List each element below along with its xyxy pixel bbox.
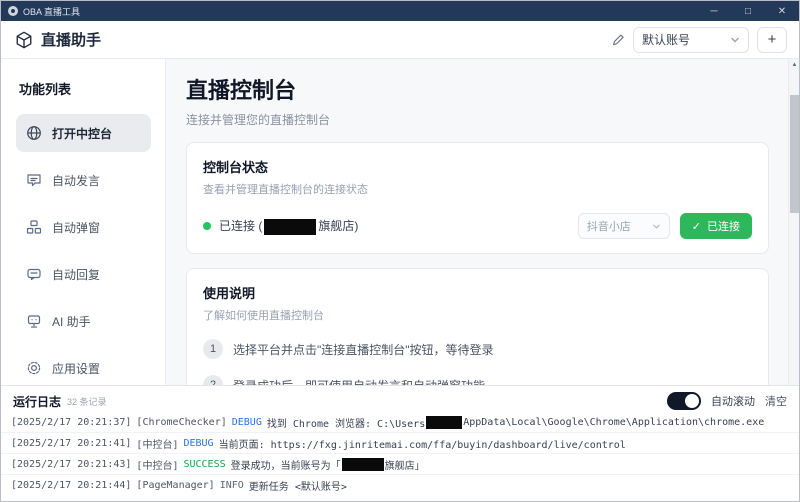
- main-content: 直播控制台 连接并管理您的直播控制台 控制台状态 查看并管理直播控制台的连接状态…: [166, 59, 799, 385]
- log-message: 更新任务 <默认账号>: [248, 482, 347, 493]
- maximize-button[interactable]: □: [731, 1, 765, 21]
- edit-pencil-icon[interactable]: [611, 33, 625, 47]
- message-reply-icon: [26, 266, 42, 282]
- scrollbar-thumb[interactable]: [790, 95, 799, 213]
- sidebar: 功能列表 打开中控台 自动发言 自动弹窗 自动回复 AI 助手 应用设置: [1, 59, 166, 385]
- log-level-badge: DEBUG: [183, 437, 214, 449]
- products-grid-icon: [26, 219, 42, 235]
- sidebar-item-open-console[interactable]: 打开中控台: [16, 114, 151, 152]
- app-header: 直播助手 默认账号 +: [1, 21, 799, 59]
- log-controls: 自动滚动 清空: [667, 392, 787, 410]
- titlebar: OBA 直播工具 ─ □ ✕: [1, 1, 799, 21]
- gear-icon: [26, 360, 42, 376]
- auto-scroll-toggle[interactable]: [667, 392, 701, 410]
- redacted-account-name: [341, 457, 384, 471]
- page-subtitle: 连接并管理您的直播控制台: [186, 113, 331, 127]
- log-level-badge: INFO: [219, 480, 244, 491]
- connected-button[interactable]: ✓ 已连接: [679, 213, 752, 239]
- window-controls: ─ □ ✕: [697, 1, 799, 21]
- app-title: 直播助手: [41, 32, 102, 49]
- connection-status: 已连接 (旗舰店): [203, 217, 578, 235]
- log-entry: [2025/2/17 20:21:37] [ChromeChecker] DEB…: [1, 412, 799, 433]
- redacted-username: [426, 415, 463, 429]
- add-account-button[interactable]: +: [757, 26, 787, 53]
- status-row: 已连接 (旗舰店) 抖音小店 ✓ 已连接: [203, 213, 752, 239]
- sidebar-item-label: 自动弹窗: [52, 220, 101, 235]
- sidebar-item-auto-speak[interactable]: 自动发言: [16, 161, 151, 199]
- log-level-badge: DEBUG: [231, 416, 262, 428]
- scroll-up-arrow-icon[interactable]: ▲: [789, 59, 799, 71]
- console-status-card: 控制台状态 查看并管理直播控制台的连接状态 已连接 (旗舰店) 抖音小店 ✓ 已…: [186, 142, 769, 254]
- sidebar-item-auto-reply[interactable]: 自动回复: [16, 255, 151, 293]
- auto-scroll-label: 自动滚动: [711, 396, 755, 408]
- redacted-shop-name: [264, 218, 317, 235]
- chevron-down-icon: [652, 222, 661, 231]
- status-text: 已连接 (旗舰店): [219, 218, 359, 235]
- titlebar-left: OBA 直播工具: [1, 5, 697, 18]
- brand: 直播助手: [15, 29, 611, 50]
- platform-select-value: 抖音小店: [586, 221, 631, 233]
- check-icon: ✓: [691, 220, 701, 233]
- clear-log-button[interactable]: 清空: [765, 393, 787, 409]
- monitor-bot-icon: [26, 313, 42, 329]
- header-right: 默认账号 +: [611, 26, 787, 53]
- sidebar-item-label: AI 助手: [52, 314, 91, 329]
- log-count: 32 条记录: [67, 396, 107, 407]
- log-message: AppData\Local\Google\Chrome\Application\…: [463, 416, 765, 428]
- sidebar-heading: 功能列表: [19, 82, 72, 97]
- log-message: 当前页面: https://fxg.jinritemai.com/ffa/buy…: [218, 439, 626, 451]
- sidebar-item-auto-popup[interactable]: 自动弹窗: [16, 208, 151, 246]
- log-message: 旗舰店」: [384, 460, 425, 472]
- window-title: OBA 直播工具: [23, 6, 81, 17]
- log-message: 登录成功，当前账号为「: [230, 460, 341, 472]
- sidebar-item-label: 自动发言: [52, 173, 101, 188]
- usage-help-card: 使用说明 了解如何使用直播控制台 1 选择平台并点击"连接直播控制台"按钮，等待…: [186, 268, 769, 385]
- sidebar-item-label: 打开中控台: [52, 126, 113, 141]
- toggle-knob: [685, 394, 699, 408]
- status-dot: [203, 221, 211, 230]
- log-lines: [2025/2/17 20:21:37] [ChromeChecker] DEB…: [1, 412, 799, 501]
- app-icon: [8, 6, 18, 16]
- sidebar-item-label: 应用设置: [52, 361, 101, 376]
- connected-button-label: 已连接: [707, 221, 740, 233]
- speech-bubble-icon: [26, 172, 42, 188]
- log-level-badge: SUCCESS: [183, 458, 226, 470]
- step-text: 登录成功后，即可使用自动发言和自动弹窗功能: [233, 377, 485, 386]
- step-number: 2: [203, 375, 223, 385]
- step-text: 选择平台并点击"连接直播控制台"按钮，等待登录: [233, 342, 494, 357]
- account-select-value: 默认账号: [642, 33, 691, 47]
- sidebar-item-ai-assistant[interactable]: AI 助手: [16, 302, 151, 340]
- body: 功能列表 打开中控台 自动发言 自动弹窗 自动回复 AI 助手 应用设置 直播控…: [1, 59, 799, 385]
- log-title: 运行日志: [13, 394, 62, 409]
- chevron-down-icon: [730, 35, 740, 45]
- step-number: 1: [203, 339, 223, 359]
- minimize-button[interactable]: ─: [697, 1, 731, 21]
- log-message: 找到 Chrome 浏览器: C:\Users: [266, 418, 426, 430]
- status-card-title: 控制台状态: [203, 160, 269, 175]
- cube-icon: [15, 31, 33, 49]
- log-entry: [2025/2/17 20:21:44] [PageManager] INFO …: [11, 480, 347, 493]
- log-panel: 运行日志 32 条记录 自动滚动 清空 [2025/2/17 20:21:37]…: [1, 385, 799, 501]
- help-card-description: 了解如何使用直播控制台: [203, 310, 324, 322]
- account-select[interactable]: 默认账号: [633, 26, 749, 53]
- close-button[interactable]: ✕: [765, 1, 799, 21]
- sidebar-item-label: 自动回复: [52, 267, 101, 282]
- platform-select[interactable]: 抖音小店: [577, 213, 670, 239]
- log-entry: [2025/2/17 20:21:43] [中控台] SUCCESS 登录成功，…: [1, 454, 799, 475]
- sidebar-item-app-settings[interactable]: 应用设置: [16, 349, 151, 387]
- help-step: 1 选择平台并点击"连接直播控制台"按钮，等待登录: [203, 339, 752, 359]
- log-header: 运行日志 32 条记录 自动滚动 清空: [1, 386, 799, 412]
- help-card-title: 使用说明: [203, 286, 256, 301]
- log-entry: [2025/2/17 20:21:41] [中控台] DEBUG 当前页面: h…: [1, 433, 799, 454]
- app-window: OBA 直播工具 ─ □ ✕ 直播助手 默认账号 + 功能列表 打开中控台 自动…: [0, 0, 800, 502]
- vertical-scrollbar[interactable]: ▲: [788, 59, 799, 385]
- globe-icon: [26, 125, 42, 141]
- status-card-description: 查看并管理直播控制台的连接状态: [203, 184, 368, 196]
- help-step: 2 登录成功后，即可使用自动发言和自动弹窗功能: [203, 375, 752, 385]
- page-title: 直播控制台: [186, 78, 297, 103]
